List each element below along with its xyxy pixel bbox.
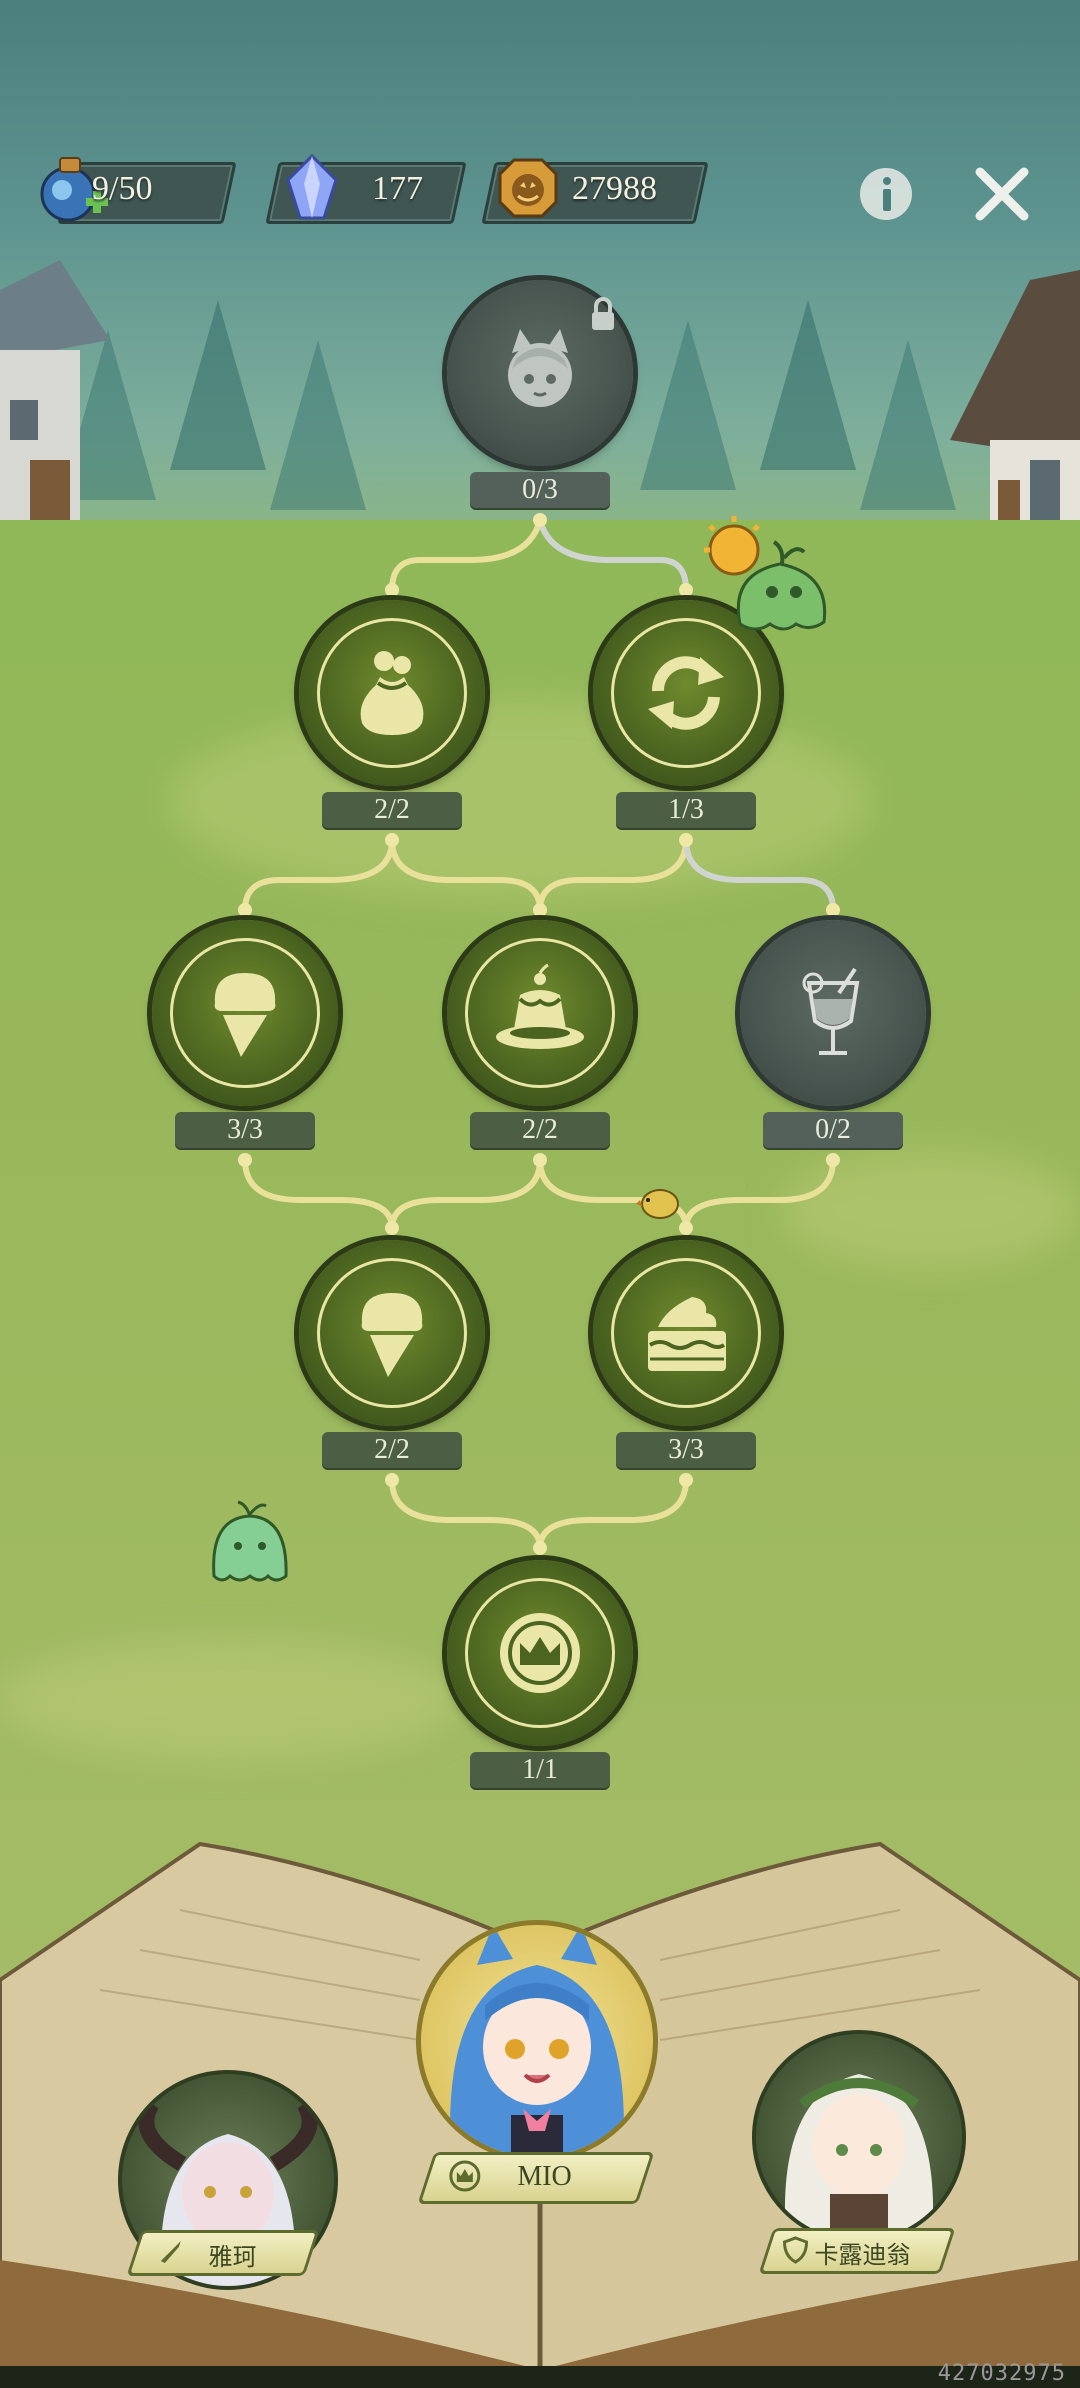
skill-node-ice-cream-2[interactable]: [299, 1240, 485, 1426]
ice-cream-icon: [361, 1293, 423, 1377]
coin-bag-icon: [360, 651, 424, 735]
skill-node-ice-cream[interactable]: [152, 920, 338, 1106]
node-count: 1/3: [616, 792, 756, 828]
shield-icon: [783, 2236, 809, 2269]
crown-badge-icon: [500, 1613, 580, 1693]
close-icon[interactable]: [972, 164, 1032, 224]
lock-icon: [592, 297, 614, 330]
crystal-icon: [286, 154, 338, 220]
character-name: MIO: [517, 2161, 572, 2192]
character-nameplate-right[interactable]: 卡露迪翁: [758, 2228, 956, 2274]
character-nameplate-left[interactable]: 雅珂: [126, 2230, 320, 2276]
node-count: 2/2: [322, 792, 462, 828]
character-name: 雅珂: [208, 2243, 257, 2271]
node-count: 2/2: [470, 1112, 610, 1148]
resource-bar: 9/50 177 27988: [0, 150, 1080, 240]
node-count: 0/2: [763, 1112, 903, 1148]
character-art-maid-catgirl: [450, 1925, 624, 2157]
sword-icon: [157, 2237, 185, 2270]
node-count: 3/3: [175, 1112, 315, 1148]
skill-node-cake[interactable]: [593, 1240, 779, 1426]
node-count: 2/2: [322, 1432, 462, 1468]
character-art-laurel-girl: [784, 2074, 934, 2240]
character-portrait-center[interactable]: [416, 1920, 658, 2162]
skill-node-pudding[interactable]: [447, 920, 633, 1106]
coin-value: 27988: [572, 170, 657, 207]
pudding-icon: [496, 963, 584, 1049]
node-count: 0/3: [470, 472, 610, 508]
info-icon[interactable]: [856, 164, 916, 224]
chick-mascot: [636, 1189, 679, 1219]
stamina-value: 9/50: [92, 170, 153, 207]
refresh-icon: [648, 656, 724, 730]
character-nameplate-center[interactable]: MIO: [417, 2152, 655, 2204]
crown-icon: [449, 2160, 481, 2197]
skill-node-coin-bag[interactable]: [299, 600, 485, 786]
character-name: 卡露迪翁: [814, 2241, 911, 2269]
bottom-edge: [0, 2366, 1080, 2388]
pumpkin-coin-icon: [498, 158, 558, 218]
sun-slime-mascot: [704, 516, 827, 631]
node-count: 1/1: [470, 1752, 610, 1788]
ice-cream-icon: [214, 973, 276, 1057]
user-id-watermark: 427032975: [937, 2361, 1066, 2386]
crystal-value: 177: [372, 170, 423, 207]
cake-slice-icon: [648, 1297, 726, 1371]
drink-glass-icon: [802, 967, 860, 1055]
character-portrait-right[interactable]: [752, 2030, 966, 2244]
skill-node-locked-drink[interactable]: [740, 920, 926, 1106]
slime-mascot: [212, 1500, 288, 1582]
catgirl-portrait-icon: [508, 329, 572, 407]
node-count: 3/3: [616, 1432, 756, 1468]
skill-node-crown[interactable]: [447, 1560, 633, 1746]
